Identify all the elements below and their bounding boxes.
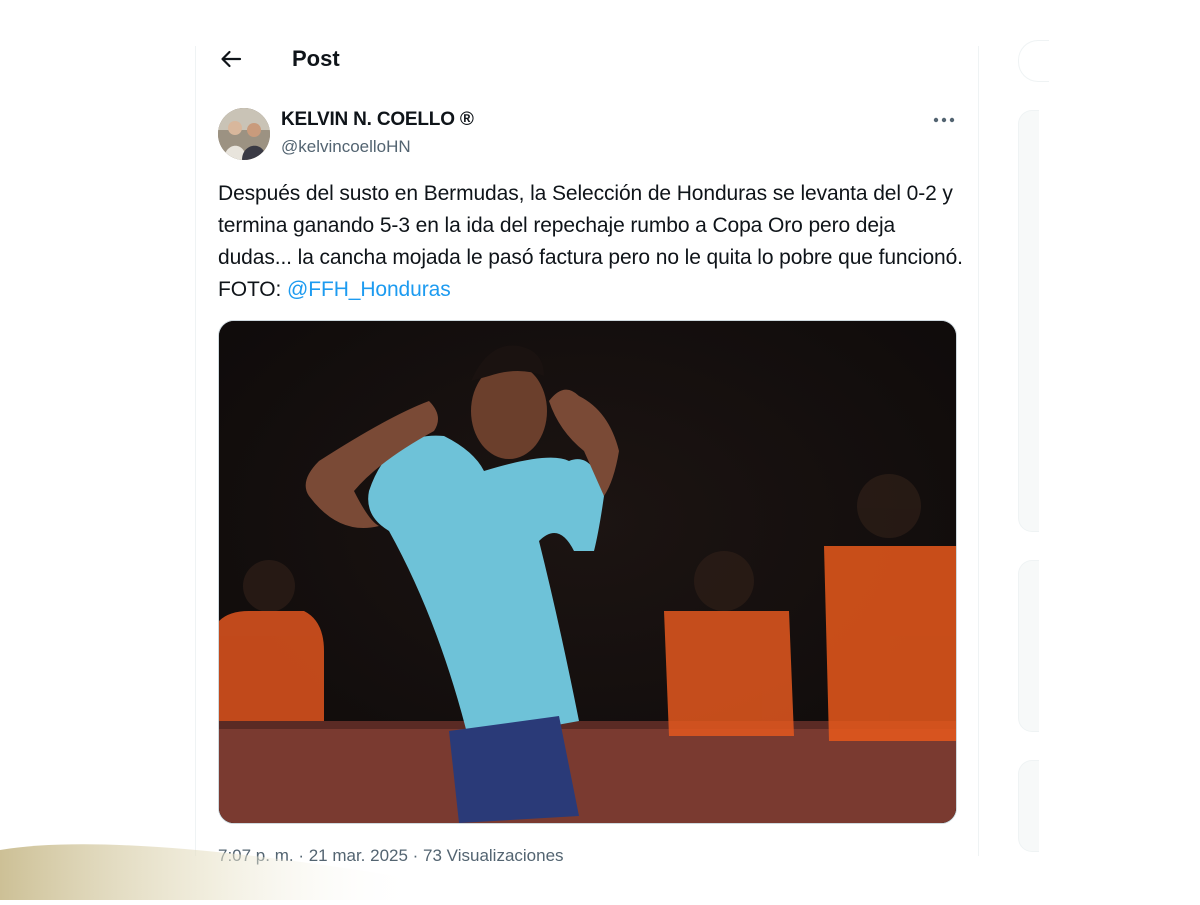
author-name[interactable]: KELVIN N. COELLO ®	[281, 109, 474, 131]
tweet-photo[interactable]	[218, 320, 957, 824]
decorative-corner	[0, 820, 420, 900]
post-header: Post	[196, 46, 978, 76]
page-title: Post	[292, 46, 340, 71]
more-button[interactable]	[930, 110, 958, 130]
arrow-left-icon	[221, 50, 242, 68]
right-sidebar	[1018, 40, 1200, 852]
avatar[interactable]	[218, 108, 270, 160]
back-button[interactable]	[216, 46, 246, 72]
author-handle[interactable]: @kelvincoelloHN	[281, 136, 411, 158]
sidebar-card	[1018, 560, 1039, 732]
more-horizontal-icon	[933, 117, 955, 123]
tweet-text: Después del susto en Bermudas, la Selecc…	[218, 178, 963, 306]
mention-link[interactable]: @FFH_Honduras	[287, 278, 451, 301]
sidebar-card	[1018, 760, 1039, 852]
post-column: Post KELVIN N. COELLO ® @kelvincoelloHN …	[195, 46, 979, 865]
search-box-edge[interactable]	[1018, 40, 1049, 82]
sidebar-card	[1018, 110, 1039, 532]
